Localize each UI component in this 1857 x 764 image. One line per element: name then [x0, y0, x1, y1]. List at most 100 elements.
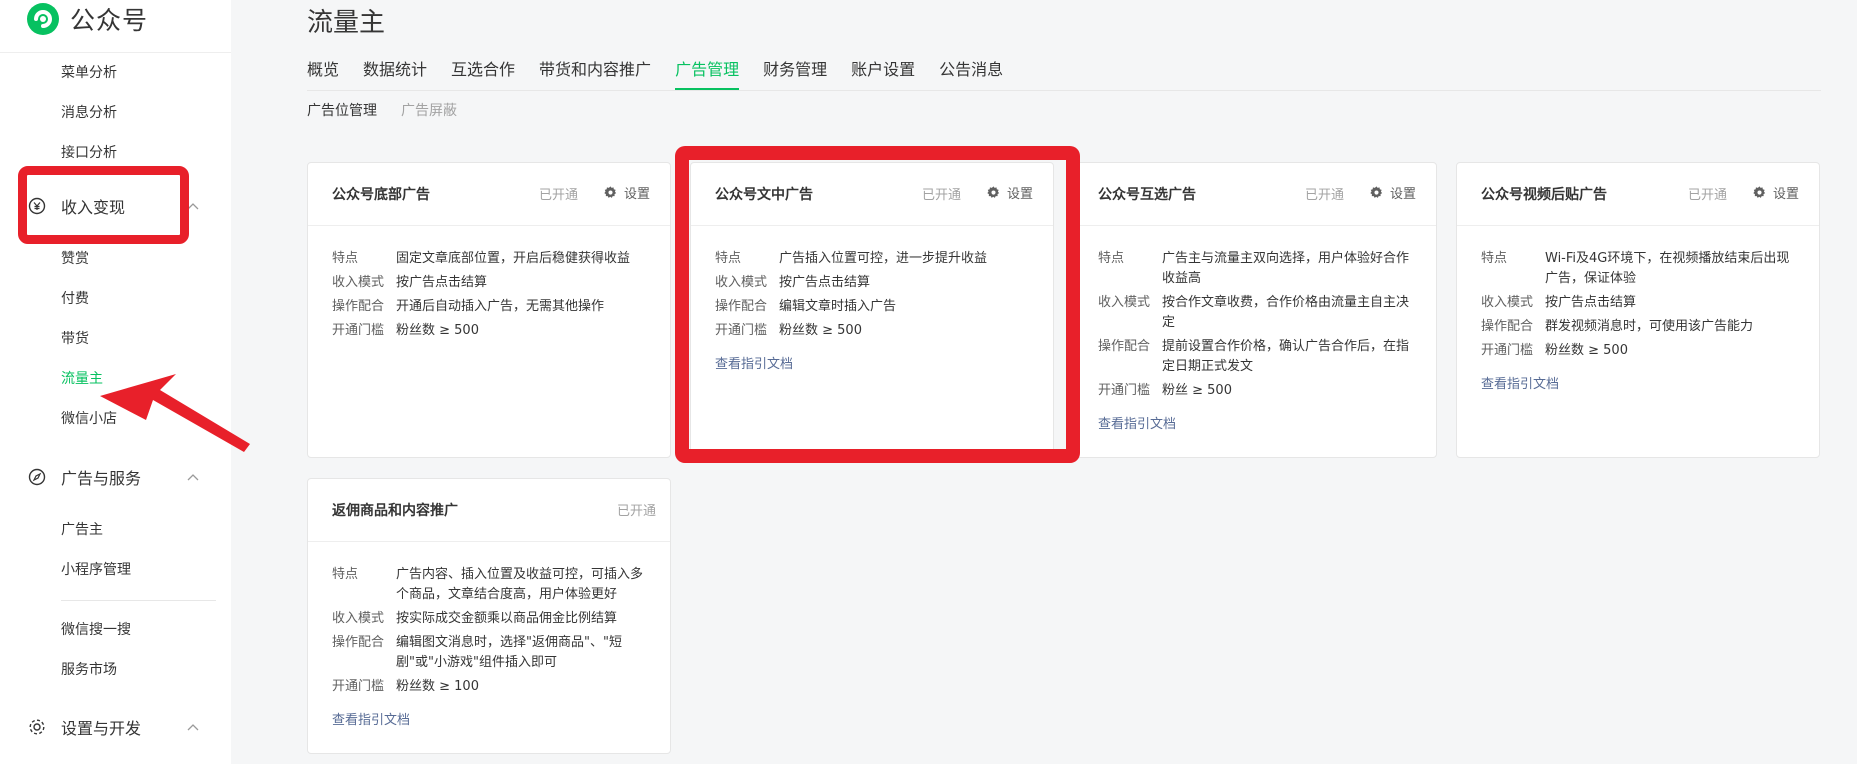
row-label: 操作配合	[332, 299, 385, 314]
wechat-official-account-logo-icon	[27, 3, 59, 35]
card-title: 公众号底部广告	[332, 187, 430, 203]
row-value: 按合作文章收费，合作价格由流量主自主决定	[1162, 295, 1410, 330]
settings-button[interactable]: 设置	[603, 183, 650, 202]
row-value: 编辑图文消息时，选择"返佣商品"、"短剧"或"小游戏"组件插入即可	[396, 635, 622, 670]
status-badge: 已开通	[539, 188, 579, 203]
sidebar-item-traffic-master[interactable]: 流量主	[61, 369, 103, 389]
tab-overview[interactable]: 概览	[307, 58, 339, 90]
settings-button[interactable]: 设置	[1752, 183, 1799, 202]
logo[interactable]: 公众号	[26, 2, 148, 36]
info-row: 收入模式 按广告点击结算	[1481, 293, 1795, 313]
sidebar-item-api-analysis[interactable]: 接口分析	[61, 143, 117, 163]
sidebar-item-message-analysis[interactable]: 消息分析	[61, 103, 117, 123]
card-title: 返佣商品和内容推广	[332, 503, 458, 519]
row-value: 提前设置合作价格，确认广告合作后，在指定日期正式发文	[1162, 339, 1410, 374]
settings-button[interactable]: 设置	[1369, 183, 1416, 202]
row-value: 按广告点击结算	[1545, 295, 1637, 310]
status-badge: 已开通	[1688, 188, 1728, 203]
tab-mutual-selection[interactable]: 互选合作	[451, 58, 515, 90]
row-value: 粉丝数 ≥ 500	[396, 323, 479, 338]
card-title: 公众号视频后贴广告	[1481, 187, 1607, 203]
row-label: 收入模式	[1098, 295, 1151, 310]
card-body: 特点 广告主与流量主双向选择，用户体验好合作收益高 收入模式 按合作文章收费，合作价…	[1074, 226, 1436, 432]
sidebar-group-ads-services[interactable]: 广告与服务	[28, 464, 199, 490]
card-header: 返佣商品和内容推广 已开通	[308, 479, 670, 542]
info-row: 收入模式 按合作文章收费，合作价格由流量主自主决定	[1098, 293, 1412, 333]
sidebar-item-advertiser[interactable]: 广告主	[61, 520, 103, 540]
tab-announcements[interactable]: 公告消息	[939, 58, 1003, 90]
chevron-up-icon[interactable]	[186, 472, 200, 482]
sidebar-item-appreciation[interactable]: 赞赏	[61, 249, 89, 269]
row-value: 按广告点击结算	[396, 275, 488, 290]
sidebar-group-label: 设置与开发	[61, 719, 142, 738]
tab-ad-management[interactable]: 广告管理	[675, 58, 740, 90]
card-header: 公众号互选广告 已开通 设置	[1074, 163, 1436, 226]
info-row: 特点 广告主与流量主双向选择，用户体验好合作收益高	[1098, 249, 1412, 289]
sidebar-group-label: 广告与服务	[61, 469, 142, 488]
row-label: 开通门槛	[1481, 343, 1534, 358]
info-row: 开通门槛 粉丝 ≥ 500	[1098, 381, 1412, 401]
row-label: 收入模式	[332, 611, 385, 626]
gear-icon	[1753, 186, 1766, 198]
tab-commerce-promotion[interactable]: 带货和内容推广	[539, 58, 651, 90]
sub-tabs: 广告位管理 广告屏蔽	[307, 101, 481, 121]
sidebar-item-commerce[interactable]: 带货	[61, 329, 89, 349]
sidebar-item-menu-analysis[interactable]: 菜单分析	[61, 63, 117, 83]
doc-link[interactable]: 查看指引文档	[332, 709, 410, 728]
row-value: 群发视频消息时，可使用该广告能力	[1545, 319, 1754, 334]
sidebar-item-wechat-search[interactable]: 微信搜一搜	[61, 620, 131, 640]
tab-account-settings[interactable]: 账户设置	[851, 58, 915, 90]
info-row: 操作配合 提前设置合作价格，确认广告合作后，在指定日期正式发文	[1098, 337, 1412, 377]
doc-link[interactable]: 查看指引文档	[1481, 373, 1559, 392]
ad-card-video-post-roll: 公众号视频后贴广告 已开通 设置 特点 Wi-Fi及4G环境下，在视频播放结束后出…	[1456, 162, 1820, 458]
row-value: 广告内容、插入位置及收益可控，可插入多个商品，文章结合度高，用户体验更好	[396, 567, 644, 602]
info-row: 开通门槛 粉丝数 ≥ 100	[332, 677, 646, 697]
card-body: 特点 Wi-Fi及4G环境下，在视频播放结束后出现广告，保证体验 收入模式 按广告点…	[1457, 226, 1819, 392]
row-value: 粉丝 ≥ 500	[1162, 383, 1232, 398]
sidebar-group-settings-dev[interactable]: 设置与开发	[28, 714, 199, 740]
row-label: 收入模式	[1481, 295, 1534, 310]
row-value: 粉丝数 ≥ 500	[1545, 343, 1628, 358]
info-row: 特点 固定文章底部位置，开启后稳健获得收益	[332, 249, 646, 269]
gear-icon	[1370, 186, 1383, 198]
card-header: 公众号视频后贴广告 已开通 设置	[1457, 163, 1819, 226]
doc-link[interactable]: 查看指引文档	[1098, 413, 1176, 432]
row-value: 按实际成交金额乘以商品佣金比例结算	[396, 611, 618, 626]
row-value: 开通后自动插入广告，无需其他操作	[396, 299, 605, 314]
card-header: 公众号底部广告 已开通 设置	[308, 163, 670, 226]
chevron-up-icon[interactable]	[186, 722, 200, 732]
ad-card-bottom: 公众号底部广告 已开通 设置 特点 固定文章底部位置，开启后稳健获得收益 收入模式…	[307, 162, 671, 458]
ad-card-commission-goods: 返佣商品和内容推广 已开通 特点 广告内容、插入位置及收益可控，可插入多个商品，文…	[307, 478, 671, 754]
divider	[307, 90, 1821, 91]
card-title: 公众号互选广告	[1098, 187, 1196, 203]
status-badge: 已开通	[617, 504, 657, 519]
annotation-arrow-icon	[100, 374, 250, 452]
info-row: 开通门槛 粉丝数 ≥ 500	[1481, 341, 1795, 361]
info-row: 操作配合 群发视频消息时，可使用该广告能力	[1481, 317, 1795, 337]
row-label: 开通门槛	[332, 323, 385, 338]
row-label: 特点	[1481, 251, 1508, 266]
subtab-ad-slot-management[interactable]: 广告位管理	[307, 101, 377, 121]
gear-icon	[29, 719, 45, 735]
row-label: 操作配合	[332, 635, 385, 650]
status-badge: 已开通	[1305, 188, 1345, 203]
brand-name: 公众号	[70, 6, 149, 35]
row-label: 开通门槛	[332, 679, 385, 694]
card-body: 特点 广告内容、插入位置及收益可控，可插入多个商品，文章结合度高，用户体验更好 收…	[308, 542, 670, 728]
sidebar-item-paid[interactable]: 付费	[61, 289, 89, 309]
row-label: 开通门槛	[1098, 383, 1151, 398]
info-row: 特点 Wi-Fi及4G环境下，在视频播放结束后出现广告，保证体验	[1481, 249, 1795, 289]
sidebar-item-service-market[interactable]: 服务市场	[61, 660, 117, 680]
info-row: 开通门槛 粉丝数 ≥ 500	[332, 321, 646, 341]
divider	[61, 600, 216, 601]
main-tabs: 概览 数据统计 互选合作 带货和内容推广 广告管理 财务管理 账户设置 公告消息	[307, 58, 1027, 90]
info-row: 收入模式 按广告点击结算	[332, 273, 646, 293]
subtab-ad-blocking[interactable]: 广告屏蔽	[401, 101, 457, 121]
card-body: 特点 固定文章底部位置，开启后稳健获得收益 收入模式 按广告点击结算 操作配合 开通后…	[308, 226, 670, 341]
tab-statistics[interactable]: 数据统计	[363, 58, 427, 90]
row-label: 特点	[332, 567, 359, 582]
settings-label: 设置	[1773, 187, 1800, 202]
sidebar-item-mini-program[interactable]: 小程序管理	[61, 560, 131, 580]
tab-finance[interactable]: 财务管理	[763, 58, 827, 90]
row-label: 操作配合	[1098, 339, 1151, 354]
